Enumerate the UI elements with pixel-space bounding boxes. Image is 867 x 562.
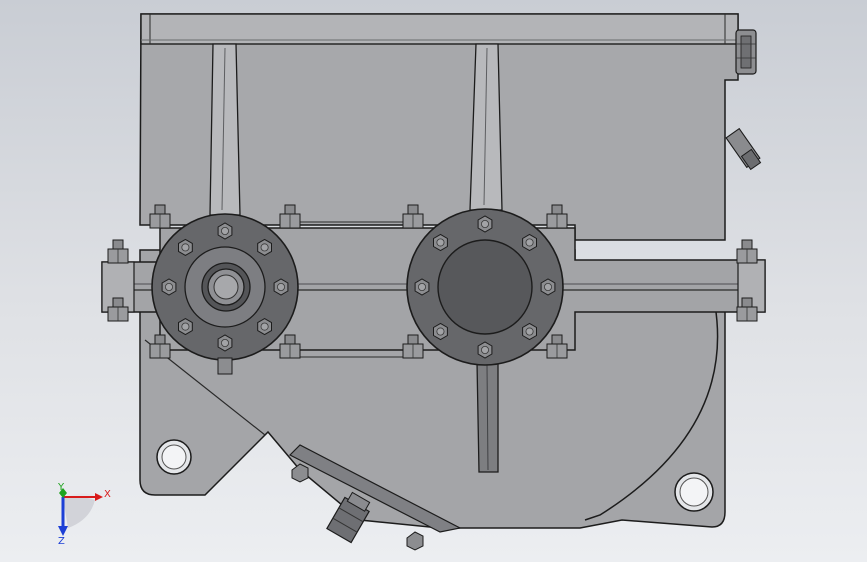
- flange-stud-top-6: [736, 239, 758, 264]
- input-cover-bolt-1: [217, 222, 233, 240]
- output-cover-bolt-1: [477, 215, 493, 233]
- input-cover-bolt-2: [257, 238, 272, 256]
- rib-right: [469, 43, 503, 211]
- oil-level-gauge: [725, 127, 762, 171]
- output-cover-bolt-3: [540, 278, 556, 296]
- input-cover-lug: [217, 357, 233, 375]
- flange-stud-top-5: [107, 239, 129, 264]
- input-cover-bolt-6: [178, 318, 193, 336]
- drain-bolt-1: [291, 463, 309, 483]
- output-cover-bolt-6: [433, 322, 448, 341]
- output-cover-bolt-7: [414, 278, 430, 296]
- input-cover-bolt-8: [178, 238, 193, 256]
- output-cover-bolt-5: [477, 341, 493, 359]
- input-cover-bolt-7: [161, 278, 177, 296]
- gearbox-drawing-canvas[interactable]: X Y Z: [0, 0, 867, 562]
- drain-bolt-2: [406, 531, 424, 551]
- triad-y-label: Y: [57, 482, 65, 493]
- input-bearing-cover: [151, 213, 299, 361]
- breather-plug: [735, 29, 757, 75]
- triad-x-label: X: [104, 489, 111, 500]
- coordinate-triad: X Y Z: [57, 482, 111, 547]
- output-cover-bolt-4: [522, 322, 537, 341]
- output-cover-bolt-8: [433, 233, 448, 252]
- triad-z-label: Z: [58, 536, 65, 547]
- input-cover-bolt-4: [257, 318, 272, 336]
- output-cover-bolt-2: [522, 233, 537, 252]
- output-bearing-cover: [406, 208, 564, 366]
- output-cover-center: [437, 239, 533, 335]
- input-cover-bolt-3: [273, 278, 289, 296]
- input-cover-bolt-5: [217, 334, 233, 352]
